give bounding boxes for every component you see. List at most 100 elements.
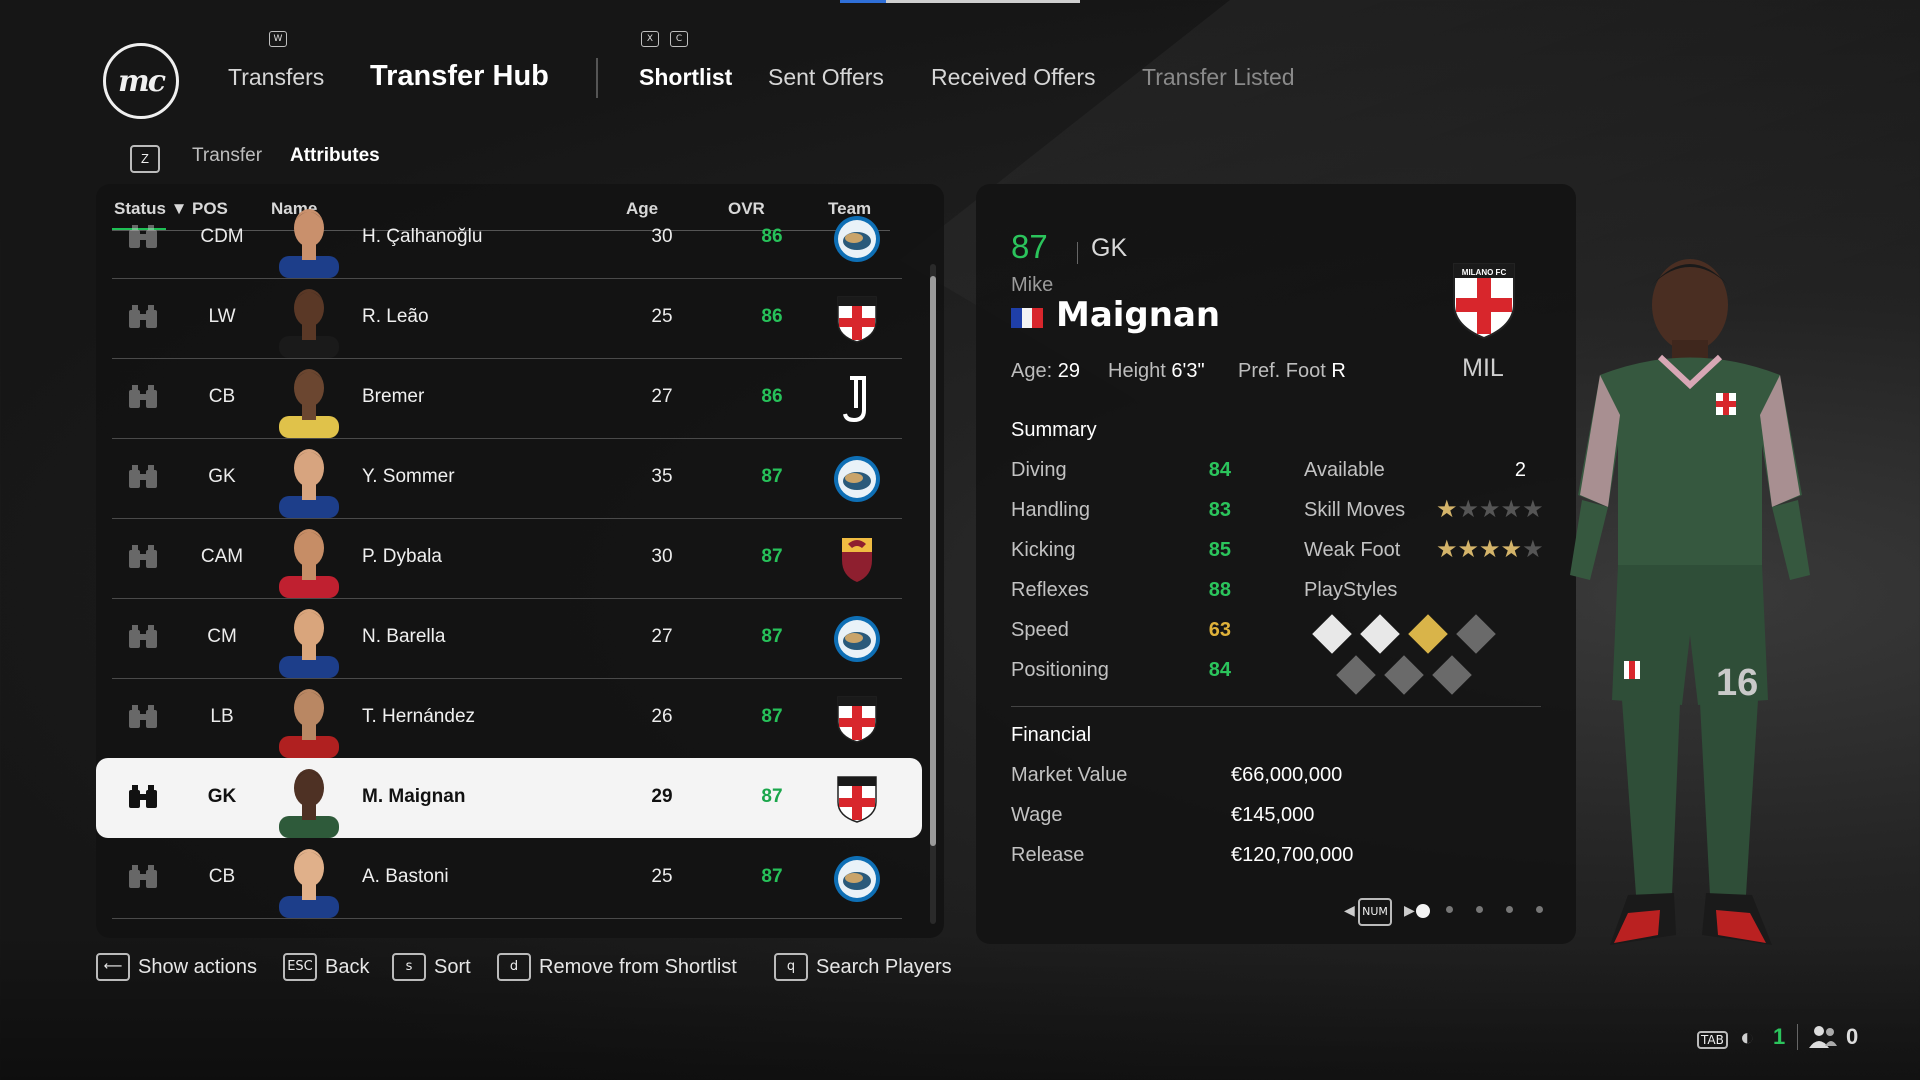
binoculars-icon[interactable] [126,624,160,650]
row-position: GK [208,466,236,487]
num-key-icon: NUM [1358,898,1392,926]
page-dot-active[interactable] [1416,904,1430,918]
pager-left-icon[interactable]: ◀ [1344,902,1355,919]
search-players-button[interactable]: q Search Players [774,953,952,981]
sort-button[interactable]: s Sort [392,953,471,981]
key-hint-z: Z [130,145,160,173]
nav-transfer-hub[interactable]: Transfer Hub [370,60,549,93]
subtab-attributes[interactable]: Attributes [290,145,380,167]
inter-crest-icon [832,214,882,264]
row-name: T. Hernández [362,706,476,727]
table-row[interactable]: CB A. Bastoni 25 87 [112,838,902,919]
playstyle-empty-icon [1456,614,1496,654]
financial-value: €120,700,000 [1231,844,1354,866]
star-filled-icon: ★ [1457,536,1480,563]
tab-sent-offers[interactable]: Sent Offers [768,64,884,91]
france-flag-icon [1011,308,1044,328]
table-row[interactable]: LB T. Hernández 26 87 [112,678,902,759]
table-row[interactable]: LW R. Leão 25 86 [112,278,902,359]
financial-label: Market Value [1011,764,1128,786]
milano-fc-crest-icon [832,294,882,344]
binoculars-icon[interactable] [126,784,160,810]
show-actions-button[interactable]: ⟵ Show actions [96,953,257,981]
player-pref-foot: Pref. Foot R [1238,360,1346,382]
binoculars-icon[interactable] [126,384,160,410]
pager-right-icon[interactable]: ▶ [1404,902,1415,919]
weak-foot-label: Weak Foot [1304,539,1401,561]
remove-from-shortlist-button[interactable]: d Remove from Shortlist [497,953,737,981]
tab-transfer-listed[interactable]: Transfer Listed [1142,64,1295,91]
section-divider [1011,706,1541,707]
speaker-icon: ◐ [1740,1024,1755,1051]
scrollbar-thumb[interactable] [930,276,936,846]
table-row[interactable]: GK M. Maignan 29 87 [96,758,922,838]
d-key-icon: d [497,953,531,981]
page-dot[interactable] [1476,906,1483,913]
remove-label: Remove from Shortlist [539,955,737,978]
attribute-label: Speed [1011,619,1069,641]
player-first-name: Mike [1011,274,1054,296]
skill-moves-label: Skill Moves [1304,499,1406,521]
row-name: P. Dybala [362,546,442,567]
inter-crest-icon [832,854,882,904]
row-age: 26 [651,706,673,727]
shortlist-table: Status ▼ POS Name Age OVR Team CDM H. Çal… [96,184,944,938]
binoculars-icon[interactable] [126,464,160,490]
game-logo: mc [103,43,179,119]
row-ovr: 86 [761,386,783,407]
tab-shortlist[interactable]: Shortlist [639,64,732,91]
row-ovr: 86 [761,306,783,327]
player-last-name: Maignan [1056,295,1221,335]
player-detail-panel: 87 GK Mike Maignan MILANO FC MIL Age: 29… [976,184,1576,944]
table-row[interactable]: GK Y. Sommer 35 87 [112,438,902,519]
attribute-value: 84 [1208,459,1231,481]
row-position: CAM [200,546,244,567]
page-dot[interactable] [1506,906,1513,913]
star-filled-icon: ★ [1479,536,1501,563]
page-dot[interactable] [1446,906,1453,913]
table-row[interactable]: CB Bremer 27 86 [112,358,902,439]
attribute-value: 83 [1208,499,1231,521]
milano-fc-crest-icon [832,694,882,744]
svg-text:MILANO FC: MILANO FC [1462,268,1507,277]
binoculars-icon[interactable] [126,224,160,250]
financial-value: €145,000 [1231,804,1315,826]
binoculars-icon[interactable] [126,544,160,570]
financial-label: Release [1011,844,1085,866]
row-name: Bremer [362,386,425,407]
row-ovr: 87 [761,706,783,727]
row-position: CB [208,386,236,407]
row-position: CDM [200,226,244,247]
table-row[interactable]: CAM P. Dybala 30 87 [112,518,902,599]
enter-key-icon: ⟵ [96,953,130,981]
top-progress-accent [840,0,1080,3]
inter-crest-icon [832,614,882,664]
table-row[interactable]: CM N. Barella 27 87 [112,598,902,679]
weak-foot-stars: ★★★★★ [1436,535,1544,564]
row-position: LB [210,706,234,727]
row-age: 35 [651,466,673,487]
avatar [277,758,341,838]
search-label: Search Players [816,955,952,978]
back-label: Back [325,955,370,978]
sort-label: Sort [434,955,471,978]
avatar [277,678,341,758]
available-label: Available [1304,459,1385,481]
binoculars-icon[interactable] [126,704,160,730]
nav-transfers[interactable]: Transfers [228,64,324,91]
show-actions-label: Show actions [138,955,257,978]
row-age: 25 [651,866,673,887]
available-value: 2 [1514,459,1526,481]
milano-fc-crest-icon: MILANO FC [1453,263,1515,340]
table-row[interactable]: CDM H. Çalhanoğlu 30 86 [112,198,902,279]
attribute-label: Diving [1011,459,1067,481]
tab-received-offers[interactable]: Received Offers [931,64,1095,91]
binoculars-icon[interactable] [126,304,160,330]
subtab-transfer[interactable]: Transfer [192,145,262,167]
binoculars-icon[interactable] [126,864,160,890]
playstyle-empty-icon [1336,655,1376,695]
row-ovr: 87 [761,466,783,487]
back-button[interactable]: ESC Back [283,953,369,981]
avatar [277,438,341,518]
roma-crest-icon [832,534,882,584]
